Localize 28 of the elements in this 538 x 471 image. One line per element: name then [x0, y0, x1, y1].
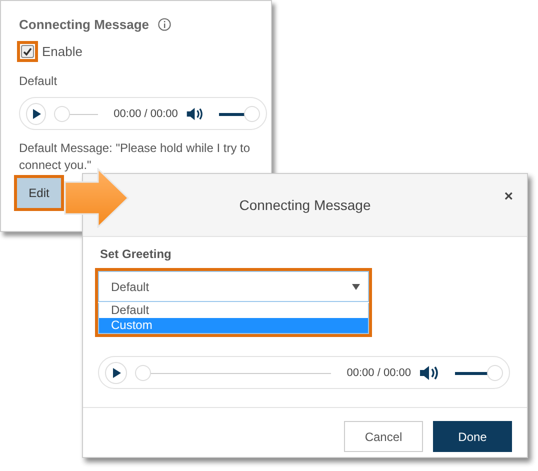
time-display: 00:00 / 00:00	[346, 366, 411, 378]
time-display: 00:00 / 00:00	[114, 108, 178, 120]
cancel-button[interactable]: Cancel	[344, 421, 423, 452]
checkmark-icon	[23, 47, 32, 56]
volume-thumb[interactable]	[487, 364, 503, 380]
play-icon	[32, 108, 41, 118]
play-icon	[113, 368, 121, 378]
info-icon[interactable]	[158, 18, 172, 31]
dropdown-value: Default	[111, 280, 150, 294]
checkbox[interactable]	[21, 45, 34, 58]
dialog-title: Connecting Message	[239, 197, 371, 213]
checkbox-label: Enable	[42, 44, 82, 59]
caret-icon	[352, 284, 360, 290]
progress-thumb[interactable]	[54, 106, 70, 122]
edit-button[interactable]: Edit	[17, 178, 61, 208]
progress-thumb[interactable]	[135, 364, 151, 380]
volume-thumb[interactable]	[244, 106, 260, 122]
close-button[interactable]: ×	[504, 188, 513, 205]
section-title: Connecting Message	[19, 17, 150, 32]
done-button[interactable]: Done	[433, 421, 512, 452]
volume-icon[interactable]	[419, 364, 439, 380]
greeting-label: Default	[19, 74, 58, 88]
default-message: Default Message: "Please hold while I try to connect you."	[19, 140, 252, 174]
volume-icon[interactable]	[186, 106, 204, 122]
play-button[interactable]	[105, 362, 127, 384]
greeting-dropdown[interactable]: Default	[98, 271, 369, 302]
play-button[interactable]	[26, 102, 46, 124]
field-label: Set Greeting	[100, 247, 172, 261]
